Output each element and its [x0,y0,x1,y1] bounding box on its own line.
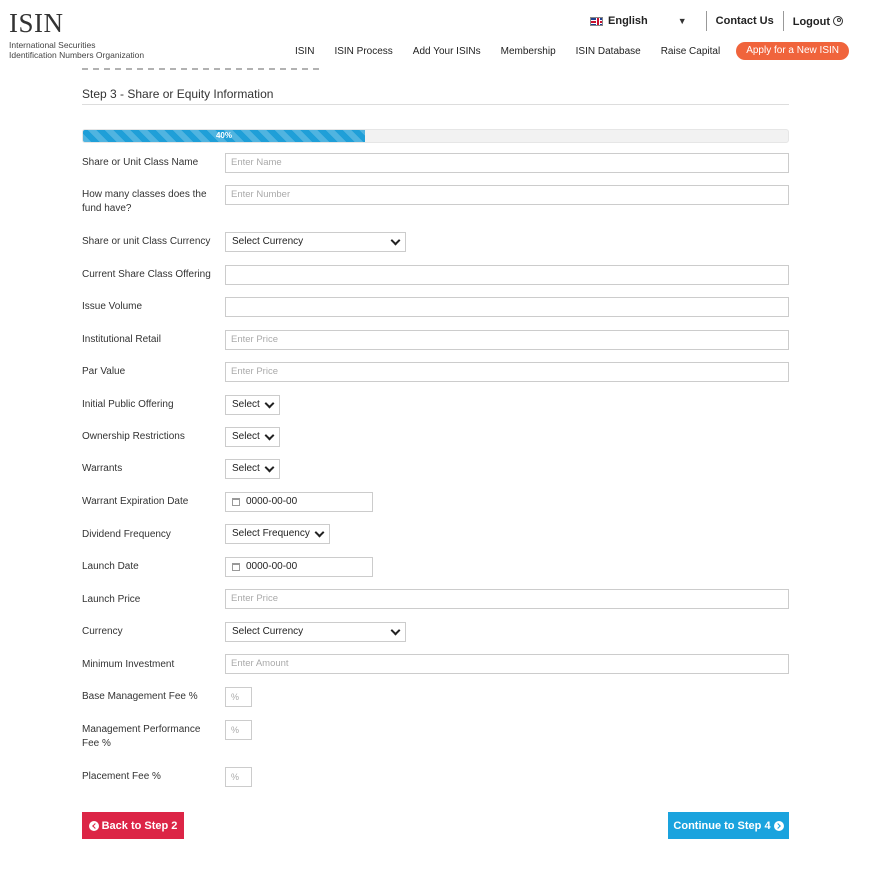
current-offering-input[interactable] [225,265,789,285]
field-label: Management Performance Fee % [82,724,201,749]
field-label: Minimum Investment [82,659,175,670]
min-investment-input[interactable]: Enter Amount [225,654,789,674]
ownership-select[interactable]: Select [225,427,280,447]
chevron-down-icon [390,625,401,635]
field-label: How many classes does the fund have? [82,189,207,214]
nav-isin[interactable]: ISIN [295,46,314,57]
field-label: Issue Volume [82,301,143,312]
date-value: 0000-00-00 [246,496,298,507]
launch-date-input[interactable]: 0000-00-00 [225,557,373,577]
placement-fee-input[interactable]: % [225,767,252,787]
divider [782,11,784,31]
top-bar: English ▼ Contact Us Logout [590,10,843,32]
calendar-icon [232,498,240,506]
language-selector[interactable]: English ▼ [590,15,697,27]
ipo-select[interactable]: Select [225,395,280,415]
field-label: Current Share Class Offering [82,269,211,280]
chevron-down-icon [390,235,401,245]
select-value: Select [232,463,260,474]
field-label: Share or Unit Class Name [82,157,199,168]
field-label: Launch Price [82,594,141,605]
apply-new-isin-button[interactable]: Apply for a New ISIN [736,42,849,60]
nav-isin-database[interactable]: ISIN Database [576,46,641,57]
field-label: Initial Public Offering [82,399,174,410]
chevron-down-icon [264,462,275,472]
issue-volume-input[interactable] [225,297,789,317]
class-currency-select[interactable]: Select Currency [225,232,406,252]
field-label: Share or unit Class Currency [82,236,211,247]
select-value: Select Currency [232,236,304,247]
step-title: Step 3 - Share or Equity Information [82,87,274,101]
field-label: Launch Date [82,561,139,572]
nav-membership[interactable]: Membership [501,46,556,57]
field-label: Par Value [82,366,126,377]
nav-raise-capital[interactable]: Raise Capital [661,46,720,57]
calendar-icon [232,563,240,571]
progress-fill: 40% [83,130,365,142]
progress-bar: 40% [82,129,789,143]
logout-link[interactable]: Logout [793,15,843,28]
contact-us-link[interactable]: Contact Us [716,15,774,27]
isin-logo[interactable]: ISIN International Securities Identifica… [9,8,145,61]
clipped-text-remnant [82,65,322,71]
logo-subtitle-line-2: Identification Numbers Organization [9,50,145,60]
field-label: Institutional Retail [82,334,161,345]
dropdown-caret-icon: ▼ [677,16,687,26]
nav-isin-process[interactable]: ISIN Process [334,46,392,57]
nav-add-your-isins[interactable]: Add Your ISINs [413,46,481,57]
field-label: Warrant Expiration Date [82,496,189,507]
user-icon [833,15,843,26]
chevron-down-icon [264,398,275,408]
continue-to-step-4-button[interactable]: Continue to Step 4 [668,812,789,839]
chevron-down-icon [264,430,275,440]
field-label: Currency [82,626,123,637]
language-label: English [608,15,648,27]
logo-wordmark: ISIN [9,8,64,38]
divider [705,11,707,31]
date-value: 0000-00-00 [246,561,298,572]
arrow-right-circle-icon [773,820,784,831]
perf-fee-input[interactable]: % [225,720,252,740]
select-value: Select Currency [232,626,304,637]
institutional-retail-input[interactable]: Enter Price [225,330,789,350]
main-nav: ISIN ISIN Process Add Your ISINs Members… [275,42,849,60]
warrants-select[interactable]: Select [225,459,280,479]
currency-select[interactable]: Select Currency [225,622,406,642]
back-to-step-2-button[interactable]: Back to Step 2 [82,812,184,839]
base-fee-input[interactable]: % [225,687,252,707]
field-label: Dividend Frequency [82,529,171,540]
logout-label: Logout [792,15,830,28]
continue-button-label: Continue to Step 4 [673,819,771,832]
title-divider [82,104,789,105]
field-label: Base Management Fee % [82,691,198,702]
select-value: Select Frequency [232,528,310,539]
back-button-label: Back to Step 2 [101,819,178,832]
field-label: Ownership Restrictions [82,431,185,442]
select-value: Select [232,431,260,442]
field-label: Warrants [82,463,123,474]
warrant-expiration-date-input[interactable]: 0000-00-00 [225,492,373,512]
num-classes-input[interactable]: Enter Number [225,185,789,205]
chevron-down-icon [314,527,325,537]
launch-price-input[interactable]: Enter Price [225,589,789,609]
field-label: Placement Fee % [82,771,161,782]
par-value-input[interactable]: Enter Price [225,362,789,382]
dividend-frequency-select[interactable]: Select Frequency [225,524,330,544]
uk-flag-icon [590,16,604,26]
arrow-left-circle-icon [88,820,99,831]
logo-subtitle-line-1: International Securities [9,40,96,50]
select-value: Select [232,399,260,410]
share-class-name-input[interactable]: Enter Name [225,153,789,173]
